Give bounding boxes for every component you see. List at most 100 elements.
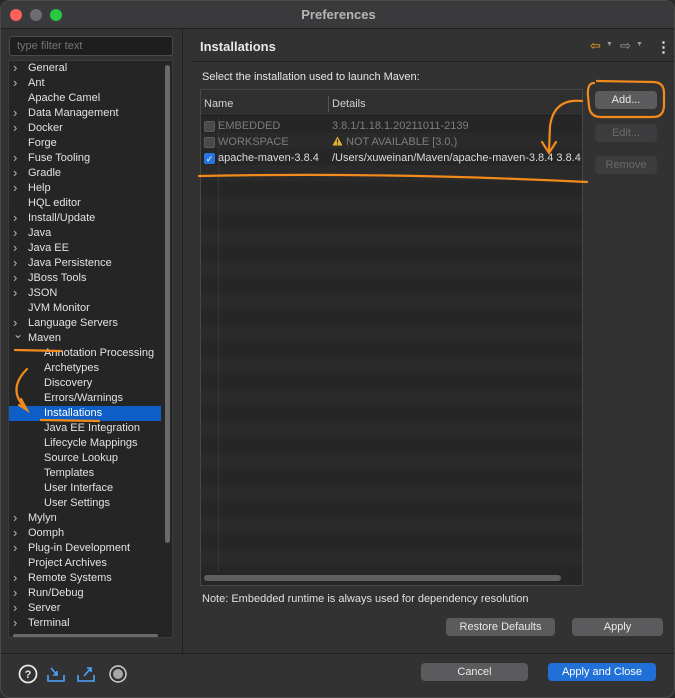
tree-item[interactable]: › Docker [9, 121, 161, 136]
tree-item[interactable]: › Help [9, 181, 161, 196]
tree-item[interactable]: › Java Persistence [9, 256, 161, 271]
remove-button[interactable]: Remove [595, 156, 657, 174]
chevron-right-icon[interactable]: › [13, 121, 23, 135]
chevron-right-icon[interactable]: › [13, 241, 23, 255]
tree-item-label: Docker [28, 122, 63, 134]
table-stripe [201, 181, 582, 197]
tree-item[interactable]: Errors/Warnings [9, 391, 161, 406]
tree-item[interactable]: › Install/Update [9, 211, 161, 226]
tree-item[interactable]: User Interface [9, 481, 161, 496]
tree-item[interactable]: Annotation Processing [9, 346, 161, 361]
help-icon[interactable]: ? [18, 664, 38, 684]
chevron-right-icon[interactable]: › [13, 586, 23, 600]
restore-defaults-button[interactable]: Restore Defaults [446, 618, 555, 636]
tree-item[interactable]: › Run/Debug [9, 586, 161, 601]
tree-item[interactable]: › Language Servers [9, 316, 161, 331]
installation-details: /Users/xuweinan/Maven/apache-maven-3.8.4… [332, 150, 581, 166]
chevron-right-icon[interactable]: › [13, 226, 23, 240]
tree-item[interactable]: › Fuse Tooling [9, 151, 161, 166]
tree-item-label: Lifecycle Mappings [44, 437, 138, 449]
tree-item[interactable]: Templates [9, 466, 161, 481]
tree-item[interactable]: Lifecycle Mappings [9, 436, 161, 451]
column-separator[interactable] [328, 96, 329, 112]
pane-divider[interactable] [182, 29, 183, 653]
chevron-right-icon[interactable]: › [13, 211, 23, 225]
record-icon[interactable] [108, 664, 128, 684]
add-button[interactable]: Add... [595, 91, 657, 109]
tree-item[interactable]: User Settings [9, 496, 161, 511]
tree-item[interactable]: › Gradle [9, 166, 161, 181]
edit-button[interactable]: Edit... [595, 124, 657, 142]
tree-item[interactable]: HQL editor [9, 196, 161, 211]
tree-vertical-scrollbar[interactable] [165, 65, 170, 543]
chevron-right-icon[interactable]: › [13, 61, 23, 75]
tree-item[interactable]: › Remote Systems [9, 571, 161, 586]
chevron-right-icon[interactable]: › [13, 601, 23, 615]
forward-dropdown-icon[interactable]: ▼ [636, 41, 643, 48]
chevron-right-icon[interactable]: › [13, 541, 23, 555]
tree-horizontal-scrollbar[interactable] [13, 634, 158, 637]
chevron-right-icon[interactable]: › [13, 316, 23, 330]
apply-button[interactable]: Apply [572, 618, 663, 636]
embedded-runtime-note: Note: Embedded runtime is always used fo… [202, 593, 529, 605]
cancel-button[interactable]: Cancel [421, 663, 528, 681]
chevron-right-icon[interactable]: › [13, 616, 23, 630]
installation-checkbox[interactable]: ✓ [204, 153, 215, 164]
tree-item-label: Errors/Warnings [44, 392, 124, 404]
tree-item[interactable]: › Java [9, 226, 161, 241]
tree-item[interactable]: › JBoss Tools [9, 271, 161, 286]
chevron-right-icon[interactable]: › [13, 256, 23, 270]
preferences-tree[interactable]: › General › Ant Apache Camel › Data Management… [8, 60, 173, 638]
tree-item[interactable]: Forge [9, 136, 161, 151]
tree-item[interactable]: Archetypes [9, 361, 161, 376]
column-header-name[interactable]: Name [204, 98, 233, 110]
back-dropdown-icon[interactable]: ▼ [606, 41, 613, 48]
tree-item[interactable]: Discovery [9, 376, 161, 391]
tree-item[interactable]: › Mylyn [9, 511, 161, 526]
tree-item[interactable]: Installations [9, 406, 161, 421]
chevron-right-icon[interactable]: › [13, 166, 23, 180]
table-stripe [201, 533, 582, 549]
view-menu-icon[interactable]: ⋮ [656, 38, 671, 56]
filter-input[interactable] [9, 36, 173, 56]
forward-arrow-icon[interactable]: ⇨ [620, 38, 631, 54]
table-horizontal-scrollbar[interactable] [204, 575, 561, 581]
tree-item-label: JBoss Tools [28, 272, 87, 284]
tree-item[interactable]: › General [9, 61, 161, 76]
table-row[interactable]: EMBEDDED 3.8.1/1.18.1.20211011-2139 [201, 118, 582, 134]
export-icon[interactable] [76, 664, 96, 684]
table-row[interactable]: WORKSPACE NOT AVAILABLE [3.0,) [201, 134, 582, 150]
chevron-right-icon[interactable]: › [13, 511, 23, 525]
table-row[interactable]: ✓ apache-maven-3.8.4/Users/xuweinan/Maven… [201, 150, 582, 166]
tree-item[interactable]: › Oomph [9, 526, 161, 541]
chevron-right-icon[interactable]: › [13, 271, 23, 285]
tree-item[interactable]: › Ant [9, 76, 161, 91]
chevron-right-icon[interactable]: › [13, 571, 23, 585]
tree-item[interactable]: JVM Monitor [9, 301, 161, 316]
tree-item[interactable]: › Terminal [9, 616, 161, 631]
tree-item[interactable]: › JSON [9, 286, 161, 301]
installation-checkbox[interactable] [204, 137, 215, 148]
chevron-right-icon[interactable]: › [13, 106, 23, 120]
chevron-right-icon[interactable]: › [13, 286, 23, 300]
chevron-right-icon[interactable]: › [13, 151, 23, 165]
tree-item[interactable]: › Data Management [9, 106, 161, 121]
installation-checkbox[interactable] [204, 121, 215, 132]
chevron-right-icon[interactable]: › [13, 526, 23, 540]
chevron-down-icon[interactable]: ⌄ [13, 331, 23, 342]
tree-item[interactable]: › Java EE [9, 241, 161, 256]
import-icon[interactable] [46, 664, 66, 684]
tree-item[interactable]: Apache Camel [9, 91, 161, 106]
tree-item[interactable]: › Server [9, 601, 161, 616]
tree-item[interactable]: › Plug-in Development [9, 541, 161, 556]
chevron-right-icon[interactable]: › [13, 181, 23, 195]
back-arrow-icon[interactable]: ⇦ [590, 38, 601, 54]
tree-item[interactable]: ⌄ Maven [9, 331, 161, 346]
apply-and-close-button[interactable]: Apply and Close [548, 663, 656, 681]
installations-table[interactable]: Name Details EMBEDDED 3.8.1/1.18.1.202110… [200, 89, 583, 586]
tree-item[interactable]: Source Lookup [9, 451, 161, 466]
column-header-details[interactable]: Details [332, 98, 366, 110]
tree-item[interactable]: Project Archives [9, 556, 161, 571]
tree-item[interactable]: Java EE Integration [9, 421, 161, 436]
chevron-right-icon[interactable]: › [13, 76, 23, 90]
